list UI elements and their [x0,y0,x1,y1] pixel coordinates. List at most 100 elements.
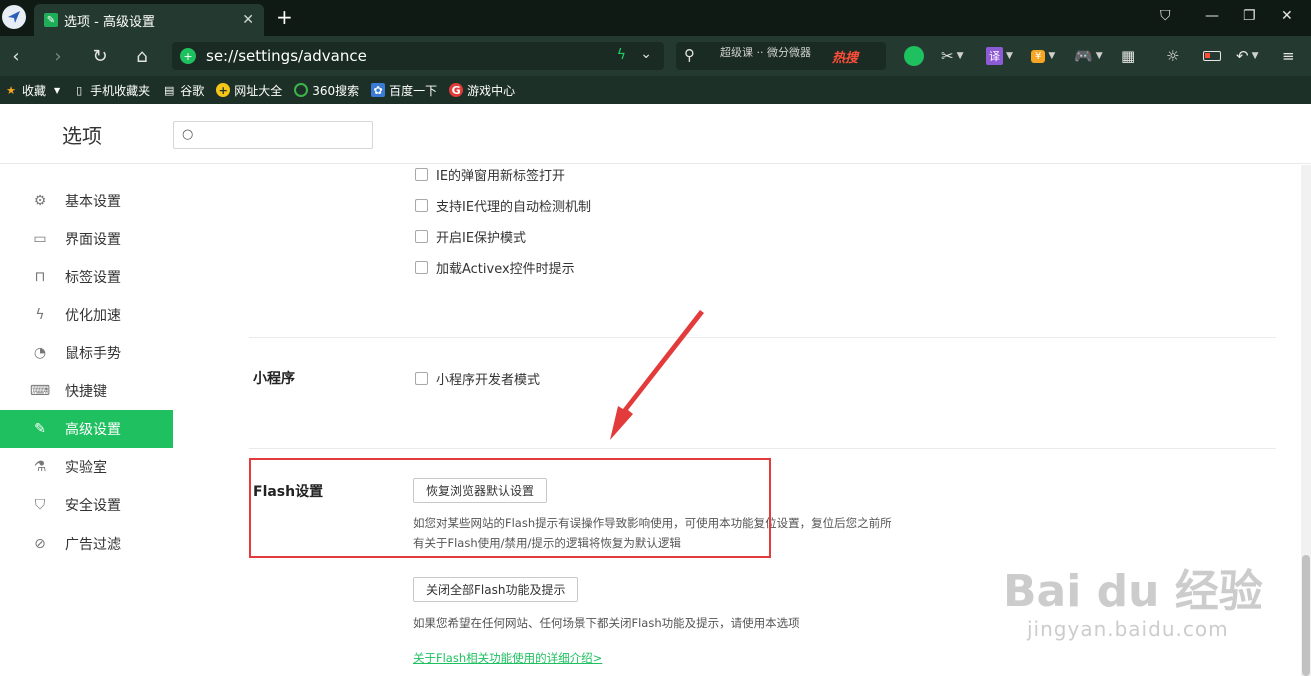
ie-option-activex[interactable]: 加载Activex控件时提示 [415,258,575,277]
tab-settings[interactable]: ✎ 选项 - 高级设置 ✕ [34,4,264,36]
sidebar-item-label: 鼠标手势 [65,346,121,362]
minimize-button[interactable]: — [1205,8,1219,24]
skin-icon[interactable]: ⛉ [1160,8,1171,24]
block-icon: ⊘ [34,536,46,552]
bookmark-label: 收藏 [22,83,47,98]
scrollbar[interactable] [1301,165,1311,676]
bookmark-360[interactable]: 360搜索 [294,82,359,99]
bookmark-baidu[interactable]: ✿ 百度一下 [371,82,437,99]
baidu-jingyan-watermark: Bai du 经验 jingyan.baidu.com [1003,535,1293,665]
phone-icon: ▯ [76,83,83,97]
search-hint: 超级课 ·· 微分微器 [720,46,811,59]
shield-coin-icon[interactable]: ¥ ▼ [1031,45,1055,67]
restore-button[interactable]: ❐ [1243,8,1256,24]
disable-flash-button[interactable]: 关闭全部Flash功能及提示 [413,577,579,602]
chevron-down-icon: ▼ [1048,51,1056,61]
watermark-sub: jingyan.baidu.com [1027,617,1229,641]
option-label: 小程序开发者模式 [436,373,541,388]
chevron-down-icon: ▼ [956,51,964,61]
address-bar[interactable]: + se://settings/advance ϟ ⌄ [172,42,664,70]
url-text[interactable]: se://settings/advance [206,47,367,65]
sidebar-item-optimize[interactable]: ϟ 优化加速 [0,296,173,334]
settings-search[interactable]: ○ [173,121,373,149]
chevron-down-icon: ▼ [1251,51,1259,61]
sidebar-item-label: 标签设置 [65,270,121,286]
search-icon: ⚲ [684,46,695,64]
sidebar-item-advanced[interactable]: ✎ 高级设置 [0,410,173,448]
settings-header: 选项 ○ [0,104,1311,164]
reload-button[interactable]: ↻ [88,44,112,68]
checkbox[interactable] [415,372,428,385]
annotation-highlight-box [249,458,771,558]
chevron-down-icon[interactable]: ▼ [54,86,60,95]
sidebar-item-gestures[interactable]: ◔ 鼠标手势 [0,334,173,372]
tab-icon: ⊓ [34,269,46,285]
checkbox[interactable] [415,168,428,181]
scrollbar-thumb[interactable] [1302,555,1310,676]
game-icon[interactable]: 🎮 ▼ [1074,45,1103,67]
bookmark-games[interactable]: G 游戏中心 [449,82,515,99]
sidebar-item-label: 高级设置 [65,422,121,438]
page-icon: ▤ [163,83,175,97]
sidebar-item-tabs[interactable]: ⊓ 标签设置 [0,258,173,296]
sidebar-item-interface[interactable]: ▭ 界面设置 [0,220,173,258]
sidebar-item-basic[interactable]: ⚙ 基本设置 [0,182,173,220]
bookmark-hao[interactable]: + 网址大全 [216,82,282,99]
ie-option-proxy[interactable]: 支持IE代理的自动检测机制 [415,196,591,215]
hot-search-badge[interactable]: 热搜 [832,47,858,66]
settings-sidebar: ⚙ 基本设置 ▭ 界面设置 ⊓ 标签设置 ϟ 优化加速 ◔ 鼠标手势 ⌨ 快捷键… [0,165,173,676]
bookmark-label: 360搜索 [312,83,360,98]
toolbar: ‹ › ↻ ⌂ + se://settings/advance ϟ ⌄ ⚲ 超级… [0,36,1311,76]
section-divider [249,448,1276,449]
scissors-icon[interactable]: ✂ ▼ [941,45,964,67]
wrench-icon: ✎ [34,421,46,437]
ie-option-popup[interactable]: IE的弹窗用新标签打开 [415,165,565,184]
forward-button[interactable]: › [46,44,70,68]
menu-icon[interactable]: ≡ [1282,45,1295,67]
flask-icon: ⚗ [33,459,47,475]
battery-icon[interactable] [1203,45,1221,67]
disable-flash-description: 如果您希望在任何网站、任何场景下都关闭Flash功能及提示，请使用本选项 [413,616,800,630]
checkbox[interactable] [415,199,428,212]
sidebar-item-lab[interactable]: ⚗ 实验室 [0,448,173,486]
translate-icon[interactable]: 译 ▼ [986,45,1013,67]
back-button[interactable]: ‹ [4,44,28,68]
close-icon[interactable]: ✕ [242,12,254,28]
sidebar-item-adblock[interactable]: ⊘ 广告过滤 [0,525,173,563]
checkbox[interactable] [415,230,428,243]
ie-option-protected[interactable]: 开启IE保护模式 [415,227,526,246]
grid-icon[interactable]: ▦ [1121,45,1135,67]
keyboard-icon: ⌨ [29,383,51,399]
mini-program-dev-mode[interactable]: 小程序开发者模式 [415,369,540,388]
search-input[interactable]: ⚲ 超级课 ·· 微分微器 热搜 [676,42,886,70]
window-icon: ▭ [33,231,47,247]
settings-search-input[interactable] [202,125,367,145]
sidebar-item-shortcuts[interactable]: ⌨ 快捷键 [0,372,173,410]
new-tab-button[interactable]: + [276,7,293,27]
section-divider [249,337,1276,338]
bookmark-mobile[interactable]: ▯ 手机收藏夹 [72,82,150,99]
book-icon[interactable] [904,45,924,67]
sidebar-item-security[interactable]: ⛉ 安全设置 [0,486,173,524]
brightness-icon[interactable]: ☼ [1166,45,1179,67]
bookmark-favorites[interactable]: ★ 收藏 ▼ [4,82,60,99]
search360-icon [294,83,309,97]
browser-logo-icon[interactable] [2,5,26,29]
chevron-down-icon[interactable]: ⌄ [640,46,652,62]
flash-help-link[interactable]: 关于Flash相关功能使用的详细介绍> [413,650,602,666]
home-button[interactable]: ⌂ [130,44,154,68]
chevron-down-icon: ▼ [1006,51,1013,61]
checkbox[interactable] [415,261,428,274]
plus-icon: + [216,83,231,97]
bookmark-label: 谷歌 [180,83,205,98]
shield-icon: ⛉ [34,497,46,513]
bookmark-google[interactable]: ▤ 谷歌 [162,82,204,99]
lightning-icon[interactable]: ϟ [617,47,626,63]
close-window-button[interactable]: ✕ [1281,8,1293,24]
game-center-icon: G [449,83,464,97]
bookmark-label: 游戏中心 [467,83,516,98]
option-label: 加载Activex控件时提示 [436,262,575,277]
sidebar-item-label: 安全设置 [65,498,121,514]
bookmark-label: 百度一下 [389,83,438,98]
undo-icon[interactable]: ↶ ▼ [1236,45,1259,67]
